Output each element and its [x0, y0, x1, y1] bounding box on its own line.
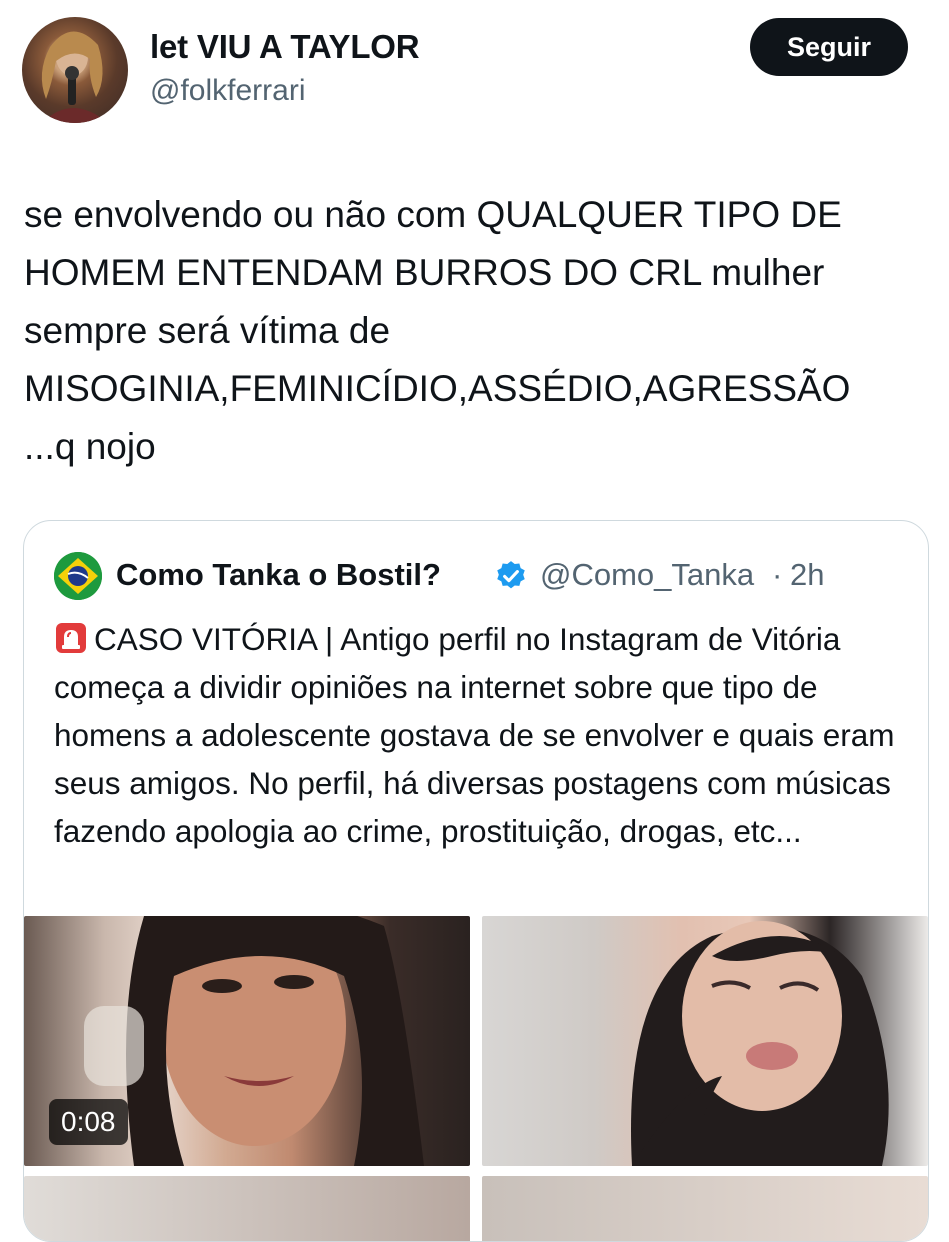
quoted-timestamp[interactable]: 2h	[790, 557, 824, 593]
quoted-text-block: CASO VITÓRIA | Antigo perfil no Instagra…	[54, 615, 904, 855]
quoted-text: CASO VITÓRIA | Antigo perfil no Instagra…	[54, 621, 895, 849]
follow-button[interactable]: Seguir	[750, 18, 908, 76]
brazil-flag-avatar[interactable]	[54, 552, 102, 600]
image-thumbnail[interactable]	[482, 1176, 928, 1241]
image-thumbnail[interactable]	[24, 1176, 470, 1241]
author-handle[interactable]: @folkferrari	[150, 74, 305, 108]
tweet-text: se envolvendo ou não com QUALQUER TIPO D…	[24, 194, 851, 467]
photo-image	[631, 921, 889, 1166]
author-avatar[interactable]	[22, 17, 128, 123]
meta-separator: ·	[772, 557, 783, 592]
quoted-handle[interactable]: @Como_Tanka	[540, 557, 754, 593]
quoted-tweet[interactable]: Como Tanka o Bostil? @Como_Tanka · 2h CA…	[23, 520, 929, 1242]
verified-badge-icon	[497, 561, 525, 589]
quoted-display-name[interactable]: Como Tanka o Bostil?	[116, 557, 441, 593]
video-duration-badge: 0:08	[49, 1099, 128, 1145]
siren-icon	[56, 623, 86, 653]
tweet-header: let VIU A TAYLOR @folkferrari Seguir	[0, 0, 949, 140]
author-display-name[interactable]: let VIU A TAYLOR	[150, 28, 420, 66]
video-thumbnail[interactable]: 0:08	[24, 916, 470, 1166]
image-thumbnail[interactable]	[482, 916, 928, 1166]
